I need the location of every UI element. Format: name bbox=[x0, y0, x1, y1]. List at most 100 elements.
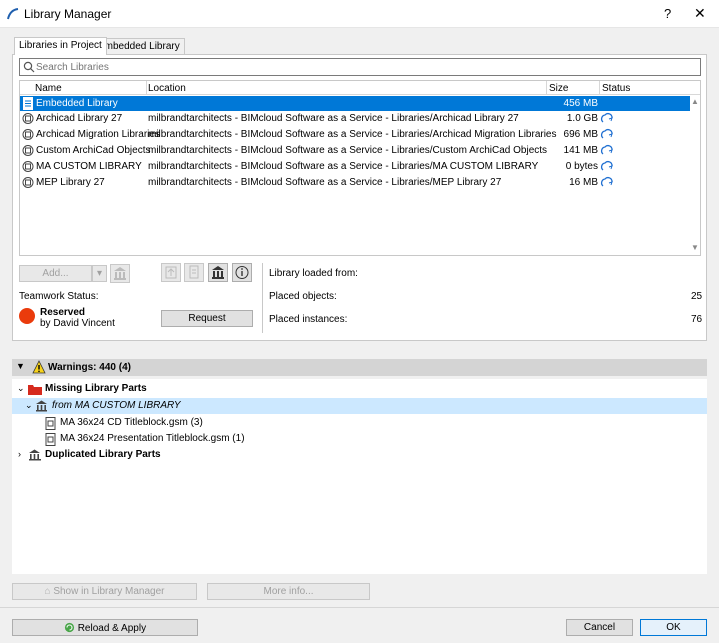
table-row[interactable]: Embedded Library 456 MB bbox=[20, 96, 690, 111]
library-cloud-icon bbox=[22, 177, 34, 188]
row-name: Embedded Library bbox=[36, 98, 118, 109]
cloud-sync-icon bbox=[600, 113, 613, 123]
library-cloud-icon bbox=[22, 145, 34, 156]
library-cloud-icon bbox=[22, 129, 34, 140]
scroll-up-arrow[interactable]: ▲ bbox=[691, 97, 699, 106]
tree-label: Duplicated Library Parts bbox=[45, 449, 161, 460]
red-folder-icon bbox=[28, 385, 42, 395]
row-size: 456 MB bbox=[563, 98, 598, 109]
reserved-status-dot bbox=[19, 308, 35, 324]
row-size: 1.0 GB bbox=[566, 113, 598, 124]
document-button[interactable] bbox=[184, 263, 204, 282]
tree-label: MA 36x24 CD Titleblock.gsm (3) bbox=[60, 417, 203, 428]
row-location: milbrandtarchitects - BIMcloud Software … bbox=[148, 145, 548, 156]
info-button[interactable] bbox=[232, 263, 252, 282]
table-row[interactable]: Archicad Library 27 milbrandtarchitects … bbox=[20, 111, 690, 126]
upload-button[interactable] bbox=[161, 263, 181, 282]
cloud-sync-icon bbox=[600, 129, 613, 139]
reload-apply-label: Reload & Apply bbox=[77, 623, 147, 634]
add-dropdown-button[interactable]: ▾ bbox=[92, 265, 107, 282]
list-header: Name Location Size Status bbox=[20, 81, 700, 95]
duplicate-library-icon bbox=[29, 449, 41, 461]
row-size: 141 MB bbox=[563, 145, 598, 156]
reserved-label: Reserved bbox=[40, 307, 86, 318]
show-in-library-manager-button[interactable]: ⌂ Show in Library Manager bbox=[12, 583, 197, 600]
reload-icon bbox=[64, 622, 75, 633]
gsm-file-icon bbox=[45, 417, 56, 430]
row-location: milbrandtarchitects - BIMcloud Software … bbox=[148, 129, 557, 140]
cloud-sync-icon bbox=[600, 145, 613, 155]
more-info-button[interactable]: More info... bbox=[207, 583, 370, 600]
row-size: 696 MB bbox=[563, 129, 598, 140]
column-header-status[interactable]: Status bbox=[602, 83, 630, 94]
chevron-down-icon[interactable]: ⌄ bbox=[17, 383, 25, 394]
chevron-down-icon: ▾ bbox=[96, 268, 103, 279]
scroll-down-arrow[interactable]: ▼ bbox=[691, 243, 699, 252]
column-header-location[interactable]: Location bbox=[148, 83, 186, 94]
library-building-icon bbox=[114, 267, 126, 280]
placed-objects-value: 25 bbox=[691, 291, 703, 302]
library-cloud-icon bbox=[22, 161, 34, 172]
remove-library-button[interactable] bbox=[110, 264, 130, 283]
tree-item[interactable]: MA 36x24 Presentation Titleblock.gsm (1) bbox=[12, 431, 707, 447]
chevron-right-icon[interactable]: › bbox=[18, 449, 21, 459]
row-name: Archicad Migration Libraries bbox=[36, 129, 160, 140]
window-title: Library Manager bbox=[24, 7, 112, 21]
tree-item[interactable]: ⌄ from MA CUSTOM LIBRARY bbox=[12, 398, 707, 414]
reload-apply-button[interactable]: Reload & Apply bbox=[12, 619, 198, 636]
library-settings-button[interactable] bbox=[208, 263, 228, 282]
row-name: Custom ArchiCad Objects bbox=[36, 145, 151, 156]
library-file-icon bbox=[23, 97, 33, 110]
show-in-library-manager-label: Show in Library Manager bbox=[53, 586, 165, 597]
tab-libraries-in-project[interactable]: Libraries in Project bbox=[14, 37, 107, 55]
reserved-by-label: by David Vincent bbox=[40, 318, 115, 329]
cancel-button[interactable]: Cancel bbox=[566, 619, 633, 636]
table-row[interactable]: Custom ArchiCad Objects milbrandtarchite… bbox=[20, 143, 690, 158]
table-row[interactable]: Archicad Migration Libraries milbrandtar… bbox=[20, 127, 690, 142]
archicad-logo-icon bbox=[7, 8, 19, 20]
row-name: MEP Library 27 bbox=[36, 177, 105, 188]
warnings-bar[interactable]: ▼ Warnings: 440 (4) bbox=[12, 359, 707, 376]
column-header-name[interactable]: Name bbox=[35, 83, 62, 94]
placed-instances-value: 76 bbox=[691, 314, 703, 325]
title-bar: Library Manager ? ✕ bbox=[0, 0, 719, 28]
placed-objects-label: Placed objects: bbox=[269, 291, 337, 302]
tree-item[interactable]: › Duplicated Library Parts bbox=[12, 447, 707, 463]
column-header-size[interactable]: Size bbox=[549, 83, 568, 94]
footer-divider bbox=[0, 607, 719, 608]
table-row[interactable]: MEP Library 27 milbrandtarchitects - BIM… bbox=[20, 175, 690, 190]
upload-icon bbox=[165, 266, 177, 279]
search-input[interactable] bbox=[36, 60, 686, 74]
row-name: MA CUSTOM LIBRARY bbox=[36, 161, 142, 172]
library-cloud-icon bbox=[22, 113, 34, 124]
collapse-arrow-icon[interactable]: ▼ bbox=[16, 361, 25, 371]
close-button[interactable]: ✕ bbox=[694, 5, 706, 22]
request-button[interactable]: Request bbox=[161, 310, 253, 327]
panel-divider bbox=[262, 263, 263, 333]
row-size: 16 MB bbox=[569, 177, 598, 188]
row-name: Archicad Library 27 bbox=[36, 113, 123, 124]
document-icon bbox=[189, 265, 199, 279]
teamwork-status-label: Teamwork Status: bbox=[19, 291, 99, 302]
tree-item[interactable]: ⌄ Missing Library Parts bbox=[12, 381, 707, 397]
tree-label: from MA CUSTOM LIBRARY bbox=[52, 400, 181, 411]
help-button[interactable]: ? bbox=[664, 6, 671, 21]
tree-item[interactable]: MA 36x24 CD Titleblock.gsm (3) bbox=[12, 415, 707, 431]
search-icon bbox=[23, 61, 35, 73]
row-location: milbrandtarchitects - BIMcloud Software … bbox=[148, 113, 519, 124]
row-location: milbrandtarchitects - BIMcloud Software … bbox=[148, 177, 502, 188]
library-building-icon: ⌂ bbox=[44, 586, 54, 597]
warnings-count: Warnings: 440 (4) bbox=[48, 362, 131, 373]
library-list: Name Location Size Status Embedded Libra… bbox=[19, 80, 701, 256]
table-row[interactable]: MA CUSTOM LIBRARY milbrandtarchitects - … bbox=[20, 159, 690, 174]
library-building-icon bbox=[212, 266, 224, 279]
cloud-sync-icon bbox=[600, 161, 613, 171]
chevron-down-icon[interactable]: ⌄ bbox=[25, 400, 33, 411]
ok-button[interactable]: OK bbox=[640, 619, 707, 636]
add-button[interactable]: Add... bbox=[19, 265, 92, 282]
search-box[interactable] bbox=[19, 58, 701, 76]
cloud-sync-icon bbox=[600, 177, 613, 187]
library-loaded-from-label: Library loaded from: bbox=[269, 268, 358, 279]
row-location: milbrandtarchitects - BIMcloud Software … bbox=[148, 161, 539, 172]
row-size: 0 bytes bbox=[565, 161, 598, 172]
